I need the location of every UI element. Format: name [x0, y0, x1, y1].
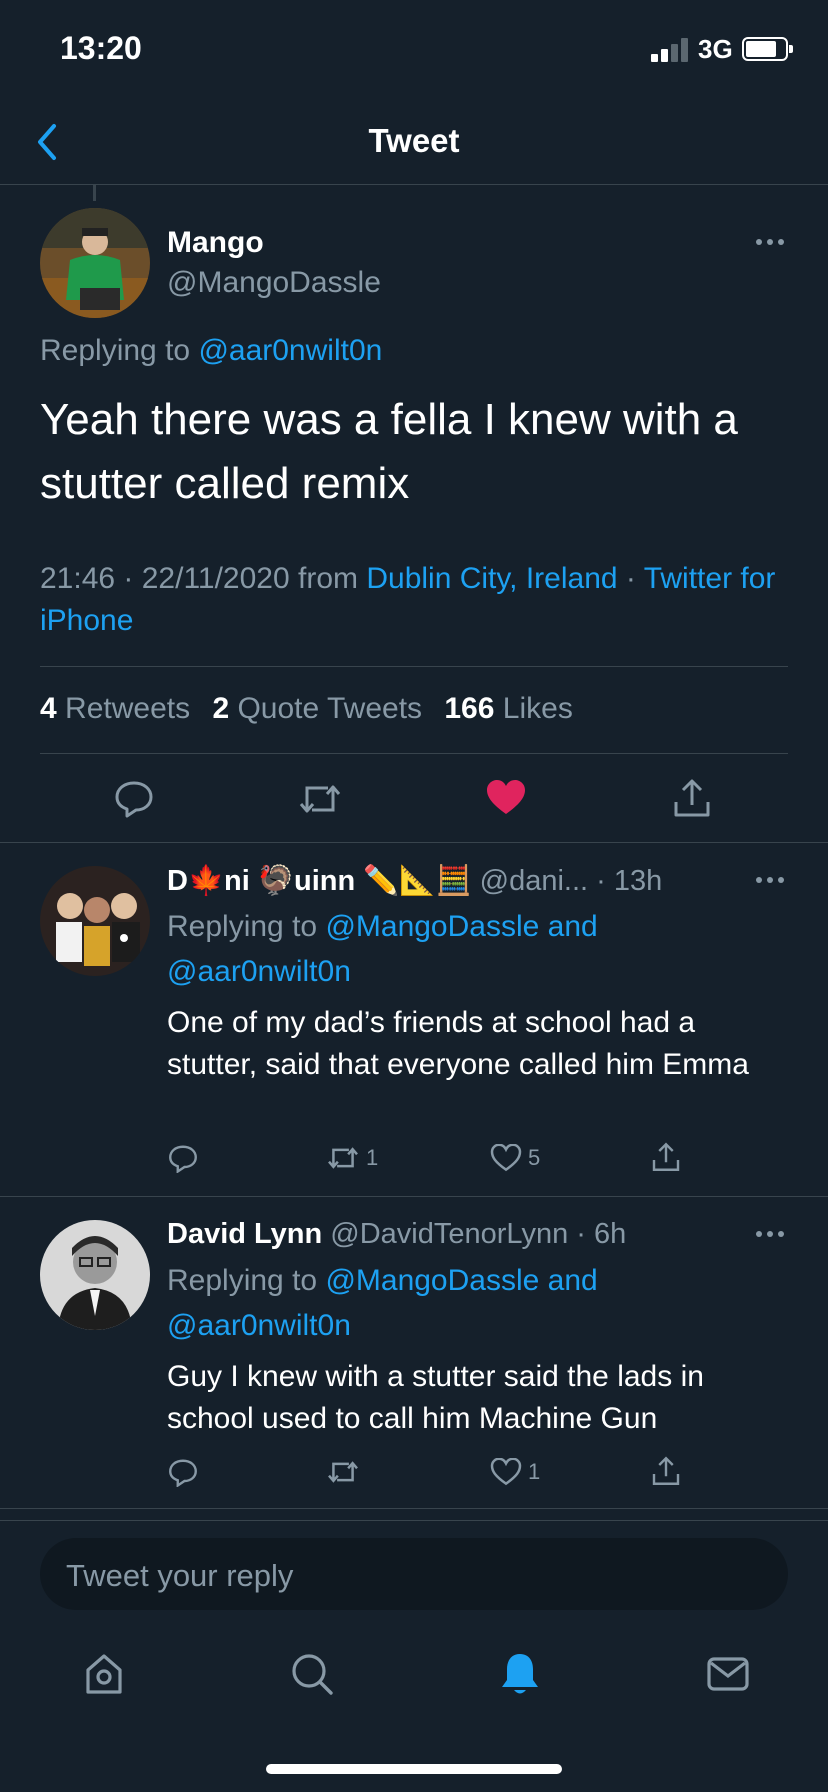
replying-prefix: Replying to [40, 334, 191, 367]
avatar[interactable] [40, 866, 150, 976]
retweet-icon [299, 785, 341, 813]
reply-placeholder: Tweet your reply [66, 1558, 294, 1593]
thread-line [93, 185, 96, 201]
share-button[interactable] [651, 1456, 681, 1486]
reply-button[interactable] [114, 778, 154, 823]
divider [0, 1508, 828, 1509]
retweet-button[interactable] [298, 780, 342, 823]
reply-icon [169, 1459, 197, 1487]
likes-stat[interactable]: 166 Likes [444, 692, 572, 725]
location-link[interactable]: Dublin City, Ireland [366, 562, 617, 595]
reply-input[interactable]: Tweet your reply [40, 1538, 788, 1610]
header: Tweet [0, 100, 828, 185]
like-count: 1 [528, 1459, 541, 1484]
share-icon [652, 1456, 680, 1485]
divider [0, 1196, 828, 1197]
author-name[interactable]: Mango [167, 226, 264, 260]
heart-icon [490, 1144, 522, 1172]
reply-button[interactable] [168, 1457, 198, 1487]
quotes-stat[interactable]: 2 Quote Tweets [212, 692, 436, 725]
like-button[interactable] [486, 780, 526, 821]
reply-time: · 13h [596, 865, 663, 897]
messages-icon [707, 1657, 749, 1691]
retweet-icon [328, 1461, 358, 1483]
tab-search[interactable] [288, 1650, 336, 1698]
avatar[interactable] [40, 1220, 150, 1330]
divider [40, 753, 788, 754]
home-indicator[interactable] [266, 1764, 562, 1774]
divider [0, 1520, 828, 1521]
heart-filled-icon [487, 780, 525, 814]
share-icon [652, 1142, 680, 1171]
more-options-button[interactable] [756, 232, 796, 252]
reply-icon [115, 781, 153, 818]
network-type: 3G [698, 34, 733, 64]
retweet-icon [328, 1147, 358, 1169]
like-button[interactable]: 5 [490, 1144, 540, 1172]
retweets-stat[interactable]: 4 Retweets [40, 692, 204, 725]
home-icon [86, 1654, 122, 1694]
share-icon [674, 779, 710, 817]
more-options-button[interactable] [756, 870, 796, 890]
like-count: 5 [528, 1145, 541, 1170]
reply-icon [169, 1145, 197, 1173]
replying-to: Replying to @aar0nwilt0n [40, 334, 382, 368]
tab-messages[interactable] [704, 1650, 752, 1698]
divider [0, 842, 828, 843]
tab-home[interactable] [80, 1650, 128, 1698]
status-bar: 13:20 3G [0, 0, 828, 100]
divider [40, 666, 788, 667]
replying-prefix: Replying to [167, 1264, 318, 1297]
engagement-stats: 4 Retweets 2 Quote Tweets 166 Likes [40, 692, 573, 726]
like-button[interactable]: 1 [490, 1458, 540, 1486]
tab-notifications[interactable] [496, 1650, 544, 1698]
reply-author-handle[interactable]: @DavidTenorLynn [330, 1218, 568, 1250]
share-button[interactable] [651, 1142, 681, 1172]
tweet-timestamp: 21:46 · 22/11/2020 from [40, 562, 358, 595]
status-time: 13:20 [60, 30, 142, 66]
notifications-icon [502, 1654, 538, 1694]
avatar[interactable] [40, 208, 150, 318]
replying-to-link[interactable]: @aar0nwilt0n [198, 334, 382, 367]
meta-separator: · [625, 562, 636, 595]
retweet-button[interactable]: 1 [326, 1144, 378, 1172]
search-icon [292, 1654, 333, 1695]
reply-button[interactable] [168, 1143, 198, 1173]
author-handle[interactable]: @MangoDassle [167, 266, 381, 300]
page-title: Tweet [368, 122, 460, 159]
reply-header: David Lynn @DavidTenorLynn · 6h [167, 1218, 626, 1251]
tweet-text: Yeah there was a fella I knew with a stu… [40, 395, 738, 508]
reply-author-name[interactable]: David Lynn [167, 1218, 322, 1250]
reply-text: One of my dad’s friends at school had a … [167, 1006, 749, 1081]
reply-time: · 6h [576, 1218, 627, 1250]
reply-author-name[interactable]: D🍁ni 🦃uinn ✏️📐🧮 [167, 865, 472, 897]
reply-header: D🍁ni 🦃uinn ✏️📐🧮 @dani... · 13h [167, 864, 662, 898]
more-options-button[interactable] [756, 1224, 796, 1244]
replying-to: Replying to @MangoDassle and @aar0nwilt0… [167, 1258, 687, 1348]
battery-icon [742, 37, 793, 61]
replying-prefix: Replying to [167, 910, 318, 943]
retweet-button[interactable] [326, 1458, 366, 1486]
reply-text: Guy I knew with a stutter said the lads … [167, 1360, 704, 1435]
tweet-meta: 21:46 · 22/11/2020 from Dublin City, Ire… [40, 558, 800, 642]
reply-author-handle[interactable]: @dani... [480, 865, 588, 897]
heart-icon [490, 1458, 522, 1486]
retweet-count: 1 [366, 1145, 379, 1170]
share-button[interactable] [672, 778, 712, 823]
replying-to: Replying to @MangoDassle and @aar0nwilt0… [167, 904, 687, 994]
signal-icon [651, 38, 691, 62]
